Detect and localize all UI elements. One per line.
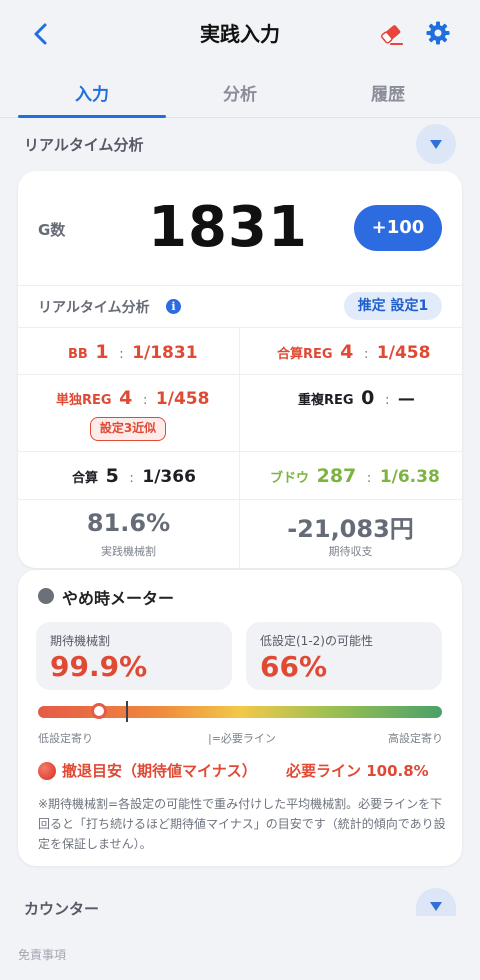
stat-count: 4	[340, 341, 354, 363]
chevron-down-icon	[430, 140, 442, 149]
stat-count: 1	[95, 341, 109, 363]
stat-probability: 1/1831	[132, 343, 198, 363]
gcount-label: G数	[38, 221, 66, 239]
gcount-value: 1831	[148, 195, 308, 260]
divider	[18, 499, 462, 500]
add-100-button[interactable]: +100	[354, 205, 442, 251]
required-line-text: 必要ライン 100.8%	[286, 762, 429, 780]
stat-grape: ブドウ 287 : 1/6.38	[270, 465, 440, 487]
stat-count: 4	[119, 387, 133, 409]
stat-count: 287	[316, 465, 357, 487]
stat-bb: BB 1 : 1/1831	[68, 341, 198, 363]
tab-input[interactable]: 入力	[22, 80, 162, 105]
stat-label: ブドウ	[270, 471, 310, 486]
payout-rate-value: 81.6%	[86, 509, 171, 537]
stat-separator: :	[366, 471, 372, 486]
realtime-card: G数 1831 +100 リアルタイム分析 i 推定 設定1 BB 1 : 1/…	[18, 171, 462, 568]
realtime-collapse-button[interactable]	[416, 124, 456, 164]
estimate-badge: 推定 設定1	[344, 292, 442, 320]
meter-note: ※期待機械割=各設定の可能性で重み付けした平均機械割。必要ラインを下回ると「打ち…	[38, 797, 446, 851]
low-setting-caption: 低設定(1-2)の可能性	[260, 634, 373, 648]
low-setting-value: 66%	[260, 650, 328, 683]
stat-separator: :	[142, 393, 148, 408]
stat-count: 5	[105, 465, 119, 487]
expected-balance-label: 期待収支	[328, 545, 373, 558]
chevron-down-icon	[430, 902, 442, 911]
stat-label: 重複REG	[298, 393, 354, 408]
counter-collapse-button[interactable]	[416, 888, 456, 916]
divider	[18, 327, 462, 328]
stat-label: 合算	[72, 471, 99, 486]
tab-bar: 入力 分析 履歴	[0, 68, 480, 118]
tab-history[interactable]: 履歴	[318, 80, 458, 105]
expected-payout-value: 99.9%	[50, 650, 148, 683]
expected-balance-value: -21,083円	[287, 515, 414, 543]
scale-right-label: 高設定寄り	[388, 732, 443, 745]
gauge-icon	[38, 588, 54, 604]
stat-separator: :	[384, 393, 390, 408]
quit-meter-card: やめ時メーター 期待機械割 99.9% 低設定(1-2)の可能性 66% 低設定…	[18, 570, 462, 866]
payout-rate-label: 実践機械割	[101, 545, 156, 558]
setting-approx-chip: 設定3近似	[90, 417, 166, 441]
gauge-position-marker	[90, 703, 107, 719]
stat-probability: 1/6.38	[379, 467, 440, 487]
info-icon[interactable]: i	[166, 299, 181, 314]
active-tab-indicator	[18, 115, 166, 118]
counter-section-title: カウンター	[24, 900, 100, 918]
divider	[18, 285, 462, 286]
stat-combined-reg: 合算REG 4 : 1/458	[277, 341, 430, 363]
low-setting-box: 低設定(1-2)の可能性 66%	[246, 622, 442, 690]
stat-probability: —	[397, 389, 415, 409]
stat-total: 合算 5 : 1/366	[72, 465, 196, 487]
expected-payout-caption: 期待機械割	[50, 634, 111, 648]
stat-overlap-reg: 重複REG 0 : —	[298, 387, 415, 409]
realtime-section-title: リアルタイム分析	[24, 136, 144, 154]
app-header: 実践入力	[0, 0, 480, 68]
stat-label: 合算REG	[277, 347, 333, 362]
stat-count: 0	[361, 387, 375, 409]
divider	[18, 374, 462, 375]
analysis-label: リアルタイム分析	[38, 300, 150, 316]
stat-probability: 1/366	[142, 467, 196, 487]
tab-analysis[interactable]: 分析	[170, 80, 310, 105]
gear-icon[interactable]	[426, 21, 450, 45]
expected-payout-box: 期待機械割 99.9%	[36, 622, 232, 690]
meter-title: やめ時メーター	[62, 589, 175, 608]
stat-separator: :	[129, 471, 134, 486]
disclaimer-link[interactable]: 免責事項	[18, 946, 66, 963]
required-line-marker	[125, 701, 128, 722]
scale-middle-label: |=必要ライン	[208, 732, 276, 745]
eraser-icon[interactable]	[378, 21, 404, 47]
stat-label: 単独REG	[56, 393, 112, 408]
scale-left-label: 低設定寄り	[38, 732, 93, 745]
stat-separator: :	[119, 347, 124, 362]
stat-label: BB	[68, 347, 88, 362]
stat-probability: 1/458	[376, 343, 431, 363]
red-circle-icon	[38, 762, 56, 780]
verdict-text: 撤退目安（期待値マイナス）	[62, 762, 257, 780]
page-title: 実践入力	[200, 22, 280, 46]
stat-separator: :	[363, 347, 369, 362]
stat-probability: 1/458	[155, 389, 210, 409]
divider	[18, 451, 462, 452]
stat-single-reg: 単独REG 4 : 1/458	[56, 387, 209, 409]
